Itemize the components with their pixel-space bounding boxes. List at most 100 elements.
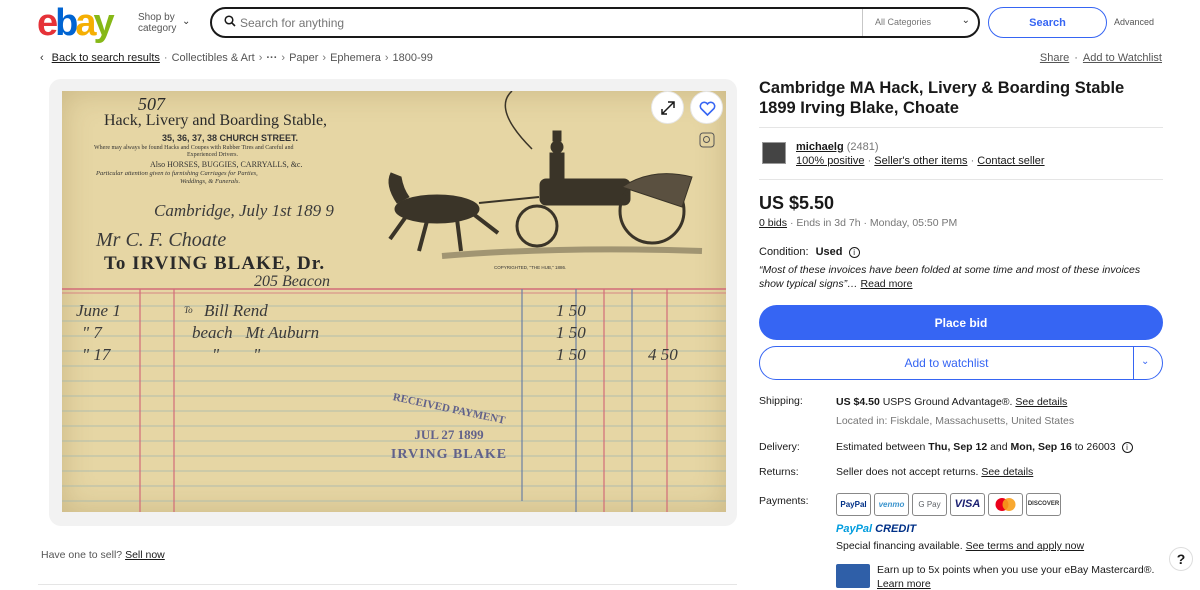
- delivery-label: Delivery:: [759, 441, 800, 453]
- google-pay-icon: G Pay: [912, 493, 947, 516]
- logo-letter-a: a: [75, 2, 96, 44]
- share-link[interactable]: Share: [1040, 52, 1069, 64]
- contact-seller-link[interactable]: Contact seller: [977, 155, 1044, 167]
- breadcrumb: ‹ Back to search results · Collectibles & A…: [40, 52, 433, 64]
- row-date: June 1: [76, 301, 121, 320]
- row-date: " 17: [82, 345, 111, 364]
- shipping-value: US $4.50 USPS Ground Advantage®. See det…: [836, 396, 1067, 408]
- shipping-service: USPS Ground Advantage®.: [882, 396, 1013, 408]
- breadcrumb-item-collectibles[interactable]: Collectibles & Art: [172, 52, 255, 64]
- image-gallery: 507 Hack, Livery and Boarding Stable, 35…: [49, 79, 737, 526]
- paypal-icon: PayPal: [836, 493, 871, 516]
- seller-avatar[interactable]: [762, 142, 786, 164]
- bid-info: 0 bids · Ends in 3d 7h · Monday, 05:50 P…: [759, 217, 957, 229]
- mastercard-icon: [988, 493, 1023, 516]
- breadcrumb-more-button[interactable]: ···: [266, 52, 277, 64]
- venmo-icon: venmo: [874, 493, 909, 516]
- sell-now-link[interactable]: Sell now: [125, 549, 165, 561]
- add-to-watchlist-link[interactable]: Add to Watchlist: [1083, 52, 1162, 64]
- seller-feedback-count: (2481): [846, 141, 879, 153]
- shop-by-category[interactable]: Shop by category ⌄: [138, 12, 190, 34]
- search-bar: All Categories ⌄: [210, 7, 980, 38]
- invoice-copyright: COPYRIGHTED, "THE HUB," 1886.: [494, 265, 567, 270]
- returns-value: Seller does not accept returns. See deta…: [836, 466, 1033, 478]
- search-icon: [224, 15, 236, 27]
- chevron-down-icon: ⌄: [182, 16, 191, 27]
- condition-description: “Most of these invoices have been folded…: [759, 263, 1163, 291]
- invoice-row: June 1 To Bill Rend 1 50: [62, 301, 726, 325]
- category-select[interactable]: All Categories ⌄: [862, 9, 978, 36]
- invoice-line4: Particular attention given to furnishing…: [96, 170, 258, 177]
- condition-label: Condition:: [759, 246, 809, 258]
- seller-links: 100% positive · Seller's other items · C…: [796, 155, 1045, 167]
- invoice-address: 35, 36, 37, 38 CHURCH STREET.: [162, 133, 299, 143]
- expand-image-button[interactable]: [651, 91, 684, 124]
- paypal-credit-paypal: PayPal: [836, 523, 873, 535]
- chevron-down-icon: ⌄: [961, 15, 970, 26]
- paypal-credit-logo: PayPal CREDIT: [836, 523, 916, 535]
- invoice-street: 205 Beacon: [254, 273, 330, 290]
- shop-by-label: Shop by: [138, 12, 175, 23]
- add-to-watchlist-label: Add to watchlist: [904, 356, 989, 370]
- mastercard-promo-text: Earn up to 5x points when you use your e…: [877, 564, 1155, 576]
- shipping-price: US $4.50: [836, 396, 880, 408]
- favorite-button[interactable]: [690, 91, 723, 124]
- row-item: beach Mt Auburn: [192, 323, 320, 342]
- price: US $5.50: [759, 193, 835, 213]
- back-to-search-link[interactable]: Back to search results: [52, 52, 160, 64]
- breadcrumb-item-paper[interactable]: Paper: [289, 52, 318, 64]
- breadcrumb-item-1800-99[interactable]: 1800-99: [393, 52, 433, 64]
- invoice-line1: Where may always be found Hacks and Coup…: [94, 145, 294, 151]
- row-total: 4 50: [648, 345, 678, 364]
- shipping-details-link[interactable]: See details: [1015, 396, 1067, 408]
- seller-other-items-link[interactable]: Seller's other items: [874, 155, 967, 167]
- financing-text: Special financing available.: [836, 540, 963, 552]
- read-more-link[interactable]: Read more: [861, 278, 913, 290]
- divider: [1133, 347, 1134, 379]
- search-input[interactable]: [240, 14, 840, 32]
- condition-row: Condition: Used i: [759, 246, 860, 258]
- financing-link[interactable]: See terms and apply now: [966, 540, 1084, 552]
- financing-row: Special financing available. See terms a…: [836, 540, 1084, 552]
- sell-prompt-text: Have one to sell?: [41, 549, 123, 561]
- invoice-row: " 7 beach Mt Auburn 1 50: [62, 323, 726, 347]
- invoice-to-line: To IRVING BLAKE, Dr.: [104, 253, 326, 274]
- ebay-mastercard-image: [836, 564, 870, 588]
- search-button[interactable]: Search: [988, 7, 1107, 38]
- visa-icon: VISA: [950, 493, 985, 516]
- delivery-start: Thu, Sep 12: [928, 441, 988, 453]
- divider: [38, 584, 737, 585]
- info-icon[interactable]: i: [848, 246, 860, 258]
- info-icon[interactable]: i: [1121, 441, 1133, 453]
- top-links: Share · Add to Watchlist: [1039, 52, 1162, 64]
- seller-info: michaelg (2481) 100% positive · Seller's…: [759, 127, 1163, 180]
- mastercard-promo: Earn up to 5x points when you use your e…: [877, 563, 1167, 590]
- row-item: " ": [212, 345, 261, 364]
- add-to-watchlist-button[interactable]: Add to watchlist ⌄: [759, 346, 1163, 380]
- help-icon: ?: [1176, 551, 1186, 567]
- ebay-logo[interactable]: ebay: [37, 3, 123, 43]
- returns-details-link[interactable]: See details: [981, 466, 1033, 478]
- expand-icon: [661, 101, 675, 115]
- chevron-down-icon[interactable]: ⌄: [1141, 356, 1149, 367]
- item-location: Located in: Fiskdale, Massachusetts, Uni…: [836, 415, 1075, 427]
- discover-icon: DISCOVER: [1026, 493, 1061, 516]
- learn-more-link[interactable]: Learn more: [877, 578, 931, 590]
- breadcrumb-item-ephemera[interactable]: Ephemera: [330, 52, 381, 64]
- product-image[interactable]: 507 Hack, Livery and Boarding Stable, 35…: [62, 91, 726, 512]
- delivery-end: Mon, Sep 16: [1010, 441, 1072, 453]
- row-amount: 1 50: [556, 345, 586, 364]
- invoice-customer: Mr C. F. Choate: [96, 229, 227, 251]
- paypal-credit-credit: CREDIT: [875, 523, 917, 535]
- help-button[interactable]: ?: [1169, 547, 1193, 571]
- zoom-icon[interactable]: [699, 132, 715, 153]
- seller-name-link[interactable]: michaelg: [796, 141, 844, 153]
- bids-link[interactable]: 0 bids: [759, 217, 787, 229]
- seller-name-line: michaelg (2481): [796, 141, 879, 153]
- advanced-search-link[interactable]: Advanced: [1114, 17, 1154, 27]
- seller-positive-link[interactable]: 100% positive: [796, 155, 865, 167]
- returns-label: Returns:: [759, 466, 799, 478]
- row-to: To: [184, 305, 193, 315]
- place-bid-button[interactable]: Place bid: [759, 305, 1163, 340]
- invoice-row: " 17 " " 1 50 4 50: [62, 345, 726, 369]
